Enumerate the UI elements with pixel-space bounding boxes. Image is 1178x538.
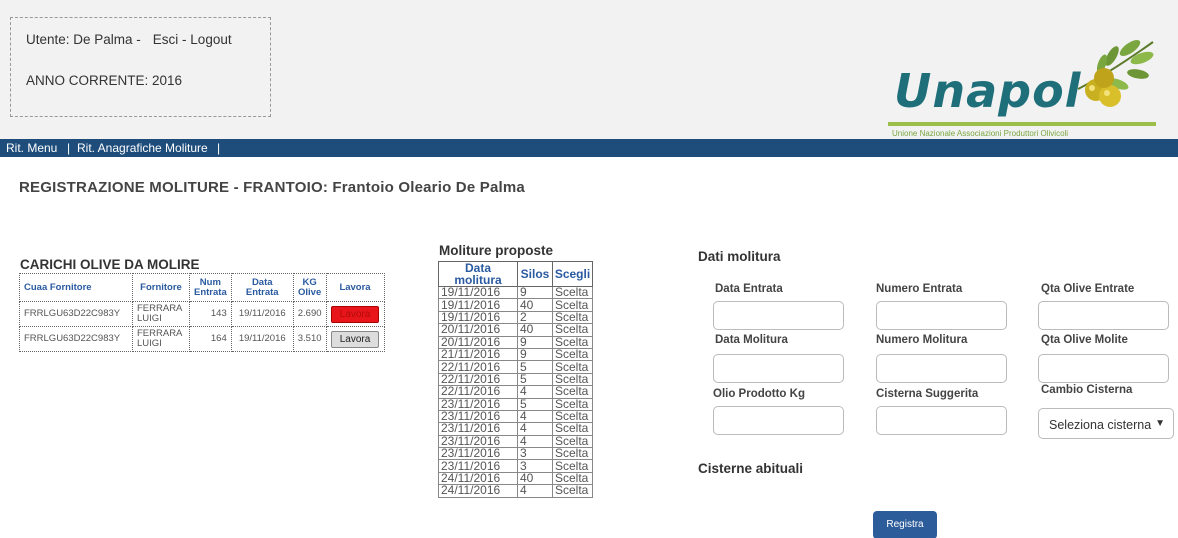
col-header: Fornitore	[132, 273, 190, 302]
cell-data: 19/11/2016	[230, 301, 294, 327]
lavora-button[interactable]: Lavora	[331, 305, 380, 323]
data-entrata-input[interactable]	[713, 301, 844, 330]
nav-separator: |	[217, 141, 221, 155]
unapol-logo: Unapol Unione Nazionale Associazioni Pro…	[888, 34, 1160, 142]
cambio-cisterna-select[interactable]: Seleziona cisterna ▼	[1038, 408, 1174, 439]
registra-button[interactable]: Registra	[873, 511, 937, 538]
cisterne-title: Cisterne abituali	[698, 461, 804, 476]
col-header: Cuaa Fornitore	[19, 273, 133, 302]
cell-silos: 9	[517, 347, 553, 362]
table-row: FRRLGU63D22C983Y FERRARA LUIGI 143 19/11…	[19, 301, 385, 327]
cell-kg: 3.510	[292, 326, 327, 352]
qta-entrate-input[interactable]	[1038, 301, 1169, 330]
cell-data: 19/11/2016	[230, 326, 294, 352]
cell-num: 164	[189, 326, 232, 352]
cell-action: Lavora	[325, 301, 385, 327]
chevron-down-icon: ▼	[1155, 418, 1165, 429]
user-label: Utente: De Palma -	[26, 32, 141, 47]
label-numero-entrata: Numero Entrata	[876, 283, 963, 295]
table-row: FRRLGU63D22C983Y FERRARA LUIGI 164 19/11…	[19, 326, 385, 352]
top-navbar: Rit. Menu | Rit. Anagrafiche Moliture |	[0, 139, 1178, 157]
select-value: Seleziona cisterna	[1049, 418, 1152, 432]
label-olio-prodotto: Olio Prodotto Kg	[713, 388, 805, 400]
label-data-entrata: Data Entrata	[715, 283, 783, 295]
label-numero-molitura: Numero Molitura	[876, 334, 968, 346]
user-info-box: Utente: De Palma - Esci - Logout ANNO COR…	[10, 17, 271, 117]
col-header: Num Entrata	[189, 273, 232, 302]
table-header-row: Data molitura Silos Scegli	[438, 261, 593, 287]
cell-fornitore: FERRARA LUIGI	[132, 326, 190, 352]
carichi-table: Cuaa Fornitore Fornitore Num Entrata Dat…	[19, 273, 385, 352]
cell-cuaa: FRRLGU63D22C983Y	[19, 326, 133, 352]
cell-data-molitura: 21/11/2016	[438, 347, 518, 362]
logo-wordmark: Unapol	[894, 64, 1082, 118]
table-row: 21/11/2016 9 Scelta	[438, 347, 593, 362]
label-cisterna-suggerita: Cisterna Suggerita	[876, 388, 979, 400]
cisterna-suggerita-input[interactable]	[876, 406, 1007, 435]
nav-rit-menu[interactable]: Rit. Menu	[6, 141, 57, 155]
cell-kg: 2.690	[292, 301, 327, 327]
cell-data-molitura: 24/11/2016	[438, 484, 518, 498]
table-header-row: Cuaa Fornitore Fornitore Num Entrata Dat…	[19, 273, 385, 302]
col-header: Silos	[517, 261, 553, 287]
cell-scegli[interactable]: Scelta	[552, 347, 593, 362]
logo-underline	[888, 122, 1156, 126]
numero-entrata-input[interactable]	[876, 301, 1007, 330]
col-header: Data Entrata	[230, 273, 294, 302]
current-year-label: ANNO CORRENTE: 2016	[26, 73, 183, 88]
proposte-table: Data molitura Silos Scegli 19/11/2016 9 Sc…	[438, 261, 593, 498]
carichi-title: CARICHI OLIVE DA MOLIRE	[20, 257, 200, 272]
lavora-button[interactable]: Lavora	[331, 330, 380, 348]
label-qta-entrate: Qta Olive Entrate	[1041, 283, 1135, 295]
col-header: Data molitura	[438, 261, 518, 287]
cell-fornitore: FERRARA LUIGI	[132, 301, 190, 327]
qta-molite-input[interactable]	[1038, 354, 1169, 383]
numero-molitura-input[interactable]	[876, 354, 1007, 383]
olive-branch-icon	[1077, 39, 1154, 107]
olio-prodotto-input[interactable]	[713, 406, 844, 435]
label-cambio-cisterna: Cambio Cisterna	[1041, 384, 1133, 396]
cell-cuaa: FRRLGU63D22C983Y	[19, 301, 133, 327]
col-header: KG Olive	[292, 273, 327, 302]
cell-scegli[interactable]: Scelta	[552, 484, 593, 498]
cell-num: 143	[189, 301, 232, 327]
page-title: REGISTRAZIONE MOLITURE - FRANTOIO: Frant…	[19, 179, 525, 196]
label-data-molitura: Data Molitura	[715, 334, 788, 346]
col-header: Lavora	[325, 273, 385, 302]
logout-link[interactable]: Esci - Logout	[153, 32, 232, 47]
nav-separator: |	[67, 141, 71, 155]
cell-silos: 4	[517, 484, 553, 498]
data-molitura-input[interactable]	[713, 354, 844, 383]
proposte-title: Moliture proposte	[439, 243, 553, 258]
logo-subtitle: Unione Nazionale Associazioni Produttori…	[892, 129, 1069, 138]
label-qta-molite: Qta Olive Molite	[1041, 334, 1128, 346]
dati-title: Dati molitura	[698, 249, 781, 264]
col-header: Scegli	[552, 261, 593, 287]
table-row: 24/11/2016 4 Scelta	[438, 484, 593, 498]
cell-action: Lavora	[325, 326, 385, 352]
nav-rit-anagrafiche[interactable]: Rit. Anagrafiche Moliture	[77, 141, 208, 155]
user-line: Utente: De Palma - Esci - Logout	[26, 32, 232, 47]
